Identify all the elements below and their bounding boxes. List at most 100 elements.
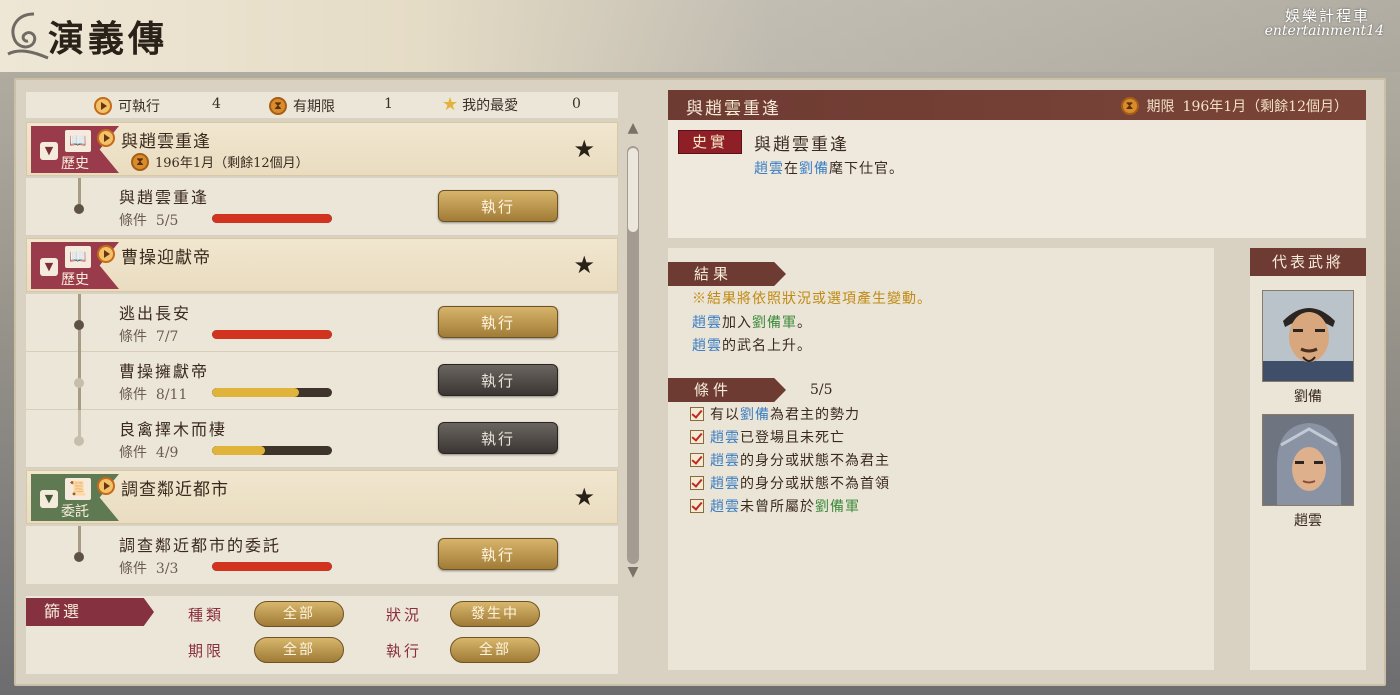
officer-name-link[interactable]: 趙雲 (710, 453, 740, 469)
progress-fill (212, 214, 332, 223)
filter-exec-button[interactable]: 全部 (450, 637, 540, 663)
officer-name-link[interactable]: 趙雲 (692, 315, 722, 331)
execute-button-disabled[interactable]: 執行 (438, 364, 558, 396)
result-text: 加入 (722, 315, 752, 331)
mission-header-investigate[interactable]: ▼ 📜 委託 調查鄰近都市 ★ (26, 470, 618, 524)
top-header: 演義傳 娛樂計程車 entertainment14 (0, 0, 1400, 72)
officer-name-link[interactable]: 趙雲 (710, 499, 740, 515)
condition-count: 3/3 (155, 561, 179, 577)
star-icon: ★ (442, 94, 459, 115)
liubei-portrait-icon (1263, 291, 1353, 381)
book-icon: 📖 (65, 246, 91, 268)
step-dot (74, 436, 84, 446)
execute-button[interactable]: 執行 (438, 190, 558, 222)
detail-body: 結果 ※結果將依照狀況或選項產生變動。 趙雲加入劉備軍。 趙雲的武名上升。 條件… (668, 248, 1214, 670)
condition-item: 趙雲未曾所屬於劉備軍 (690, 496, 860, 516)
checkbox-checked-icon (690, 453, 704, 467)
limited-label: 有期限 (293, 99, 335, 115)
checkbox-checked-icon (690, 476, 704, 490)
detail-deadline-label: 期限 (1146, 99, 1175, 115)
officer-name-link[interactable]: 趙雲 (710, 430, 740, 446)
condition-count: 8/11 (155, 387, 188, 403)
officer-portrait-liubei[interactable] (1262, 290, 1354, 382)
play-icon (97, 245, 115, 263)
execute-button[interactable]: 執行 (438, 306, 558, 338)
mission-title: 與趙雲重逢 (121, 132, 211, 152)
officer-name-link[interactable]: 趙雲 (754, 161, 784, 177)
mission-list-scrollbar[interactable]: ▲ ▼ (622, 120, 644, 586)
page-title: 演義傳 (48, 18, 169, 60)
mission-deadline-text: 196年1月（剩餘12個月） (155, 156, 309, 171)
progress-fill (212, 562, 332, 571)
officer-portrait-zhaoyun[interactable] (1262, 414, 1354, 506)
step-condition: 條件 5/5 (119, 210, 178, 230)
hourglass-icon: ⧗ (1120, 97, 1139, 115)
result-section-tag: 結果 (668, 262, 786, 286)
condition-label: 條件 (119, 387, 147, 403)
step-title: 逃出長安 (119, 304, 192, 323)
officer-name-link[interactable]: 趙雲 (692, 338, 722, 354)
desc-text: 麾下仕官。 (829, 161, 904, 177)
zhaoyun-portrait-icon (1263, 415, 1353, 505)
step-title: 與趙雲重逢 (119, 188, 210, 207)
scroll-down-arrow-icon[interactable]: ▼ (625, 564, 641, 586)
officer-name-link[interactable]: 趙雲 (710, 476, 740, 492)
mission-header-zhaoyun[interactable]: ▼ 📖 歷史 與趙雲重逢 ⧗ 196年1月（剩餘12個月） ★ (26, 122, 618, 176)
condition-item: 有以劉備為君主的勢力 (690, 404, 860, 424)
category-label: 歷史 (61, 272, 89, 288)
filter-status-button[interactable]: 發生中 (450, 601, 540, 627)
condition-label: 條件 (119, 213, 147, 229)
execute-button[interactable]: 執行 (438, 538, 558, 570)
execute-button-disabled[interactable]: 執行 (438, 422, 558, 454)
mission-title: 調查鄰近都市 (121, 480, 229, 500)
condition-section-tag: 條件 (668, 378, 786, 402)
progress-fill (212, 388, 300, 397)
cond-text: 的身分或狀態不為首領 (740, 476, 890, 492)
favorite-star-icon[interactable]: ★ (573, 251, 595, 279)
detail-header: 與趙雲重逢 ⧗ 期限 196年1月（剩餘12個月） (668, 90, 1366, 120)
step-condition: 條件 7/7 (119, 326, 178, 346)
officer-name-link[interactable]: 劉備 (799, 161, 829, 177)
result-line: 趙雲加入劉備軍。 (692, 312, 812, 332)
cloud-ornament-icon (7, 12, 49, 60)
condition-progress-bar (212, 330, 332, 339)
limited-count: 1 (384, 96, 393, 112)
force-name-link[interactable]: 劉備軍 (815, 499, 860, 515)
cond-text: 有以 (710, 407, 740, 423)
executable-count: 4 (212, 96, 221, 112)
filter-exec-label: 執行 (386, 642, 423, 660)
chevron-down-icon[interactable]: ▼ (40, 142, 58, 160)
executable-summary: 可執行 (94, 96, 160, 116)
officer-name-link[interactable]: 劉備 (740, 407, 770, 423)
condition-item: 趙雲已登場且未死亡 (690, 427, 845, 447)
hourglass-icon: ⧗ (131, 152, 149, 171)
filter-deadline-button[interactable]: 全部 (254, 637, 344, 663)
officer-name-liubei: 劉備 (1294, 389, 1322, 405)
step-row: 良禽擇木而棲 條件 4/9 執行 (26, 410, 618, 468)
step-dot (74, 552, 84, 562)
favorite-star-icon[interactable]: ★ (573, 135, 595, 163)
book-icon: 📖 (65, 130, 91, 152)
condition-item: 趙雲的身分或狀態不為君主 (690, 450, 890, 470)
play-icon (97, 129, 115, 147)
step-row: 曹操擁獻帝 條件 8/11 執行 (26, 352, 618, 410)
mission-header-caocao[interactable]: ▼ 📖 歷史 曹操迎獻帝 ★ (26, 238, 618, 292)
cond-text: 為君主的勢力 (770, 407, 860, 423)
condition-count: 5/5 (155, 213, 179, 229)
step-condition: 條件 3/3 (119, 558, 178, 578)
result-text: 的武名上升。 (722, 338, 812, 354)
limited-summary: ⧗ 有期限 (269, 96, 335, 116)
filter-deadline-label: 期限 (188, 642, 225, 660)
scroll-up-arrow-icon[interactable]: ▲ (625, 120, 641, 142)
favorite-star-icon[interactable]: ★ (573, 483, 595, 511)
step-condition: 條件 8/11 (119, 384, 187, 404)
condition-count: 7/7 (155, 329, 179, 345)
scroll-track[interactable] (627, 146, 639, 564)
chevron-down-icon[interactable]: ▼ (40, 490, 58, 508)
chevron-down-icon[interactable]: ▼ (40, 258, 58, 276)
condition-item: 趙雲的身分或狀態不為首領 (690, 473, 890, 493)
force-name-link[interactable]: 劉備軍 (752, 315, 797, 331)
step-dot (74, 320, 84, 330)
scroll-thumb[interactable] (628, 148, 638, 232)
filter-type-button[interactable]: 全部 (254, 601, 344, 627)
